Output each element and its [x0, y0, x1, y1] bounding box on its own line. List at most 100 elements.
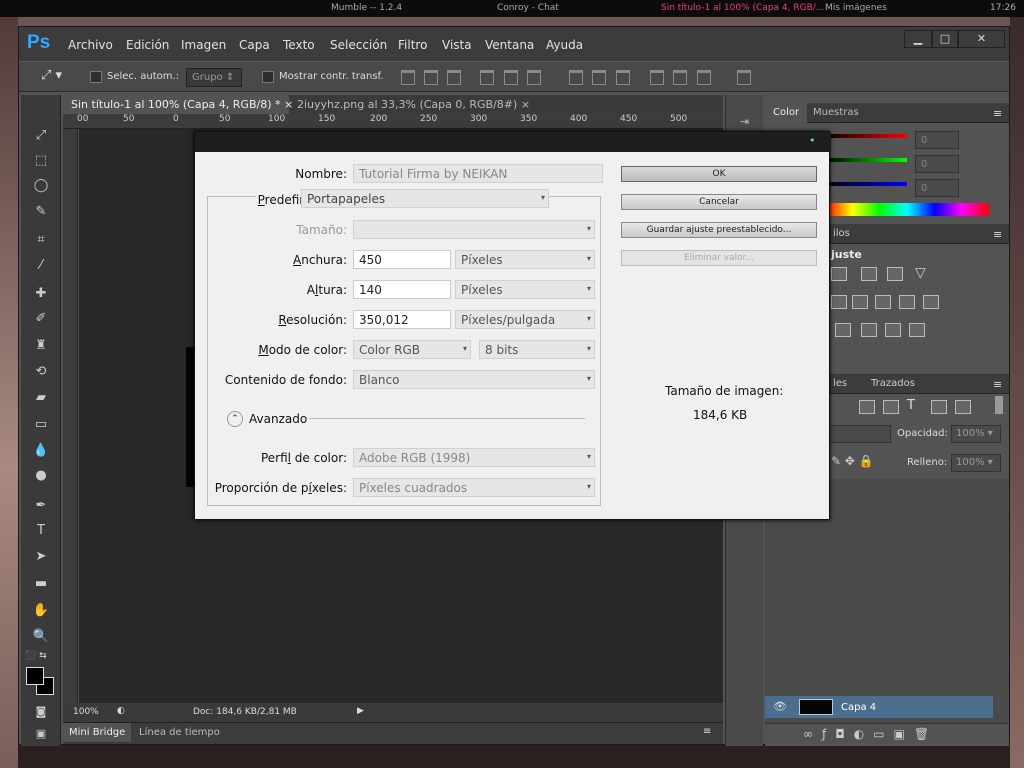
menu-edicion[interactable]: Edición [126, 38, 169, 52]
selective-color-icon[interactable] [909, 323, 925, 337]
color-balance-icon[interactable] [831, 295, 847, 309]
tab-mini-bridge[interactable]: Mini Bridge [63, 723, 132, 742]
menu-archivo[interactable]: Archivo [68, 38, 113, 52]
advanced-toggle-icon[interactable]: ⌃ [227, 411, 243, 427]
resolution-unit-dropdown[interactable]: Píxeles/pulgada ▾ [455, 310, 595, 329]
distribute-vcenter-icon[interactable] [592, 70, 606, 85]
layers-footer-icons[interactable]: ∞ƒ◘◐▭▣🗑 [765, 723, 1009, 746]
swap-colors-icon[interactable]: ⬛ ⇆ [25, 651, 47, 661]
pixel-aspect-dropdown[interactable]: Píxeles cuadrados ▾ [353, 478, 595, 497]
taskbar-item-photoshop[interactable]: Sin título-1 al 100% (Capa 4, RGB/... [661, 3, 824, 13]
move-tool-icon[interactable]: ⤢ [29, 125, 53, 147]
panel-menu-icon[interactable]: ≡ [993, 378, 1002, 391]
posterize-icon[interactable] [861, 323, 877, 337]
align-vcenter-icon[interactable] [424, 70, 438, 85]
filter-image-icon[interactable] [859, 400, 875, 414]
hand-tool-icon[interactable]: ✋ [29, 600, 53, 622]
quick-select-tool-icon[interactable]: ✎ [29, 201, 53, 223]
color-spectrum-bar[interactable] [825, 203, 989, 216]
history-brush-tool-icon[interactable]: ⟲ [29, 361, 53, 383]
name-field[interactable]: Tutorial Firma by NEIKAN [353, 164, 603, 183]
tab-document-1[interactable]: Sin título-1 al 100% (Capa 4, RGB/8) * × [63, 95, 293, 114]
panel-menu-icon[interactable]: ≡ [993, 228, 1002, 241]
distribute-right-icon[interactable] [697, 70, 711, 85]
close-tab-icon[interactable]: × [521, 98, 530, 111]
color-lookup-icon[interactable] [923, 295, 939, 309]
crop-tool-icon[interactable]: ⌗ [29, 229, 53, 251]
align-right-icon[interactable] [527, 70, 541, 85]
show-transform-checkbox[interactable] [262, 71, 274, 83]
save-preset-button[interactable]: Guardar ajuste preestablecido... [621, 222, 817, 238]
opacity-field[interactable]: 100% ▾ [951, 425, 1001, 443]
distribute-top-icon[interactable] [569, 70, 583, 85]
distribute-left-icon[interactable] [650, 70, 664, 85]
red-value-field[interactable]: 0 [915, 131, 959, 149]
red-slider[interactable] [825, 134, 907, 138]
menu-texto[interactable]: Texto [283, 38, 315, 52]
filter-toggle[interactable] [995, 396, 1003, 414]
taskbar-item-mumble[interactable]: Mumble -- 1.2.4 [331, 3, 402, 13]
group-dropdown[interactable]: Grupo ⇕ [186, 68, 242, 87]
exposure-adjust-icon[interactable] [887, 267, 903, 281]
invert-icon[interactable] [835, 323, 851, 337]
align-top-icon[interactable] [401, 70, 415, 85]
align-hcenter-icon[interactable] [504, 70, 518, 85]
blue-value-field[interactable]: 0 [915, 179, 959, 197]
threshold-icon[interactable] [885, 323, 901, 337]
curves-adjust-icon[interactable] [861, 267, 877, 281]
levels-adjust-icon[interactable] [831, 267, 847, 281]
preset-dropdown[interactable]: Portapapeles ▾ [301, 189, 549, 208]
brush-tool-icon[interactable]: ✐ [29, 308, 53, 330]
panel-menu-icon[interactable]: ≡ [993, 107, 1002, 120]
green-value-field[interactable]: 0 [915, 155, 959, 173]
tab-paths[interactable]: Trazados [863, 374, 923, 394]
distribute-bottom-icon[interactable] [616, 70, 630, 85]
fill-field[interactable]: 100% ▾ [951, 454, 1001, 472]
green-slider[interactable] [825, 158, 907, 162]
maximize-button[interactable]: □ [932, 30, 958, 48]
history-panel-icon[interactable]: ⇥ [740, 115, 749, 128]
panel-menu-icon[interactable]: ≡ [703, 726, 711, 737]
color-profile-dropdown[interactable]: Adobe RGB (1998) ▾ [353, 448, 595, 467]
taskbar-item-images[interactable]: Mis imágenes [825, 3, 887, 13]
menu-ayuda[interactable]: Ayuda [546, 38, 583, 52]
lock-icons[interactable]: ✎ ✥ 🔒 [831, 454, 874, 468]
background-contents-dropdown[interactable]: Blanco ▾ [353, 370, 595, 389]
advanced-label[interactable]: Avanzado [249, 412, 307, 426]
stamp-tool-icon[interactable]: ♜ [29, 335, 53, 357]
auto-select-checkbox[interactable] [90, 71, 102, 83]
ok-button[interactable]: OK [621, 166, 817, 182]
align-left-icon[interactable] [480, 70, 494, 85]
width-field[interactable]: 450 [353, 250, 451, 269]
auto-align-icon[interactable] [737, 70, 751, 85]
blend-mode-dropdown[interactable] [825, 425, 891, 443]
photo-filter-icon[interactable] [875, 295, 891, 309]
distribute-hcenter-icon[interactable] [673, 70, 687, 85]
path-select-tool-icon[interactable]: ➤ [29, 546, 53, 568]
quick-mask-icon[interactable]: ◙ [29, 701, 53, 723]
menu-ventana[interactable]: Ventana [485, 38, 534, 52]
gradient-map-icon[interactable]: ▽ [915, 265, 926, 281]
eyedropper-tool-icon[interactable]: ⁄ [29, 255, 53, 277]
minimize-button[interactable]: ▁ [904, 30, 932, 48]
dodge-tool-icon[interactable]: ● [29, 465, 53, 487]
bit-depth-dropdown[interactable]: 8 bits ▾ [479, 340, 595, 359]
filter-type-icon[interactable]: T [907, 398, 915, 413]
filter-shape-icon[interactable] [931, 400, 947, 414]
resolution-field[interactable]: 350,012 [353, 310, 451, 329]
eraser-tool-icon[interactable]: ▰ [29, 387, 53, 409]
zoom-level[interactable]: 100% [73, 707, 99, 717]
pen-tool-icon[interactable]: ✒ [29, 495, 53, 517]
width-unit-dropdown[interactable]: Píxeles ▾ [455, 250, 595, 269]
blur-tool-icon[interactable]: 💧 [29, 440, 53, 462]
zoom-tool-icon[interactable]: 🔍 [29, 626, 53, 648]
tab-color[interactable]: Color [765, 103, 808, 123]
layer-name[interactable]: Capa 4 [841, 702, 876, 713]
type-tool-icon[interactable]: T [29, 520, 53, 542]
channel-mixer-icon[interactable] [899, 295, 915, 309]
size-dropdown[interactable]: ▾ [353, 220, 595, 239]
status-menu-icon[interactable]: ◐ [117, 706, 125, 716]
status-arrow-icon[interactable]: ▶ [357, 706, 364, 716]
color-mode-dropdown[interactable]: Color RGB ▾ [353, 340, 471, 359]
gradient-tool-icon[interactable]: ▭ [29, 414, 53, 436]
